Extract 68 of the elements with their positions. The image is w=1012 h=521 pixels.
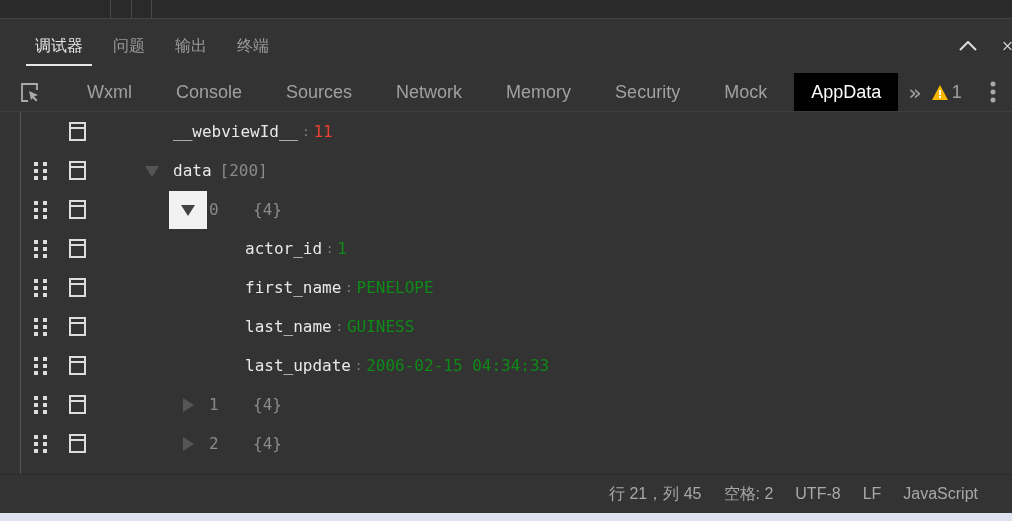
panel-icon[interactable] bbox=[69, 278, 86, 297]
drag-handle-icon[interactable] bbox=[34, 316, 48, 337]
panel-icon[interactable] bbox=[69, 200, 86, 219]
expand-toggle[interactable] bbox=[169, 190, 207, 229]
drag-handle-icon[interactable] bbox=[34, 433, 48, 454]
drag-handle-icon[interactable] bbox=[34, 355, 48, 376]
panel-icon[interactable] bbox=[69, 122, 86, 141]
array-index: 1 bbox=[209, 395, 220, 414]
property-value: 2006-02-15 04:34:33 bbox=[366, 356, 550, 375]
colon-separator: : bbox=[326, 241, 334, 256]
item-count: [200] bbox=[219, 161, 268, 180]
caret-right-icon bbox=[182, 436, 194, 451]
colon-separator: : bbox=[335, 319, 343, 334]
drag-handle-icon[interactable] bbox=[34, 394, 48, 415]
colon-separator: : bbox=[345, 280, 353, 295]
property-key: last_name bbox=[245, 317, 332, 336]
panel-tab[interactable]: 输出 bbox=[166, 26, 216, 66]
devtools-tab[interactable]: Console bbox=[159, 73, 260, 111]
property-value: 11 bbox=[313, 122, 333, 141]
panel-tab[interactable]: 调试器 bbox=[26, 26, 92, 66]
caret-down-icon bbox=[181, 203, 195, 216]
item-count: {4} bbox=[253, 395, 282, 414]
property-key: actor_id bbox=[245, 239, 323, 258]
caret-down-icon bbox=[145, 164, 159, 177]
drag-handle-icon[interactable] bbox=[34, 199, 48, 220]
panel-icon[interactable] bbox=[69, 239, 86, 258]
devtools-tab[interactable]: Memory bbox=[489, 73, 589, 111]
drag-handle-icon[interactable] bbox=[34, 238, 48, 259]
property-key: __webviewId__ bbox=[173, 122, 299, 141]
warning-count: 1 bbox=[951, 81, 962, 103]
panel-icon[interactable] bbox=[69, 356, 86, 375]
panel-icon[interactable] bbox=[69, 161, 86, 180]
property-value: GUINESS bbox=[346, 317, 415, 336]
panel-icon[interactable] bbox=[69, 395, 86, 414]
status-item[interactable]: 空格: 2 bbox=[723, 483, 774, 505]
panel-tab[interactable]: 问题 bbox=[104, 26, 154, 66]
property-key: first_name bbox=[245, 278, 342, 297]
panel-icon[interactable] bbox=[69, 317, 86, 336]
panel-icon[interactable] bbox=[69, 434, 86, 453]
devtools-tab[interactable]: Security bbox=[598, 73, 698, 111]
status-item[interactable]: LF bbox=[862, 485, 882, 503]
property-value: PENELOPE bbox=[356, 278, 434, 297]
property-value: 1 bbox=[337, 239, 347, 258]
colon-separator: : bbox=[302, 124, 310, 139]
drag-handle-icon[interactable] bbox=[34, 277, 48, 298]
warning-icon bbox=[931, 84, 948, 100]
collapse-icon[interactable] bbox=[959, 41, 977, 51]
array-index: 2 bbox=[209, 434, 220, 453]
status-item[interactable]: JavaScript bbox=[903, 485, 978, 503]
devtools-tab[interactable]: Sources bbox=[269, 73, 370, 111]
devtools-tab[interactable]: Network bbox=[379, 73, 480, 111]
status-item[interactable]: UTF-8 bbox=[795, 485, 841, 503]
caret-right-icon bbox=[182, 397, 194, 412]
devtools-tab[interactable]: Wxml bbox=[70, 73, 149, 111]
warning-counter[interactable]: 1 bbox=[931, 73, 962, 111]
devtools-tab[interactable]: AppData bbox=[794, 73, 899, 111]
property-key: data bbox=[173, 161, 212, 180]
item-count: {4} bbox=[253, 434, 282, 453]
array-index: 0 bbox=[209, 200, 220, 219]
devtools-tab[interactable]: Mock bbox=[707, 73, 785, 111]
panel-tab[interactable]: 终端 bbox=[228, 26, 278, 66]
colon-separator: : bbox=[354, 358, 363, 373]
status-item[interactable]: 行 21，列 45 bbox=[609, 483, 702, 505]
property-key: last_update bbox=[245, 356, 351, 375]
more-tabs-button[interactable]: » bbox=[898, 73, 932, 111]
close-icon[interactable] bbox=[1003, 39, 1012, 53]
drag-handle-icon[interactable] bbox=[34, 160, 48, 181]
item-count: {4} bbox=[253, 200, 282, 219]
